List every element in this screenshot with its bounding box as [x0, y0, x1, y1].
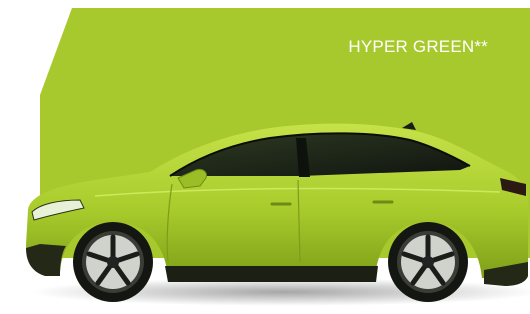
car-image	[26, 122, 530, 306]
front-wheel	[73, 222, 153, 302]
rear-wheel	[388, 222, 468, 302]
car-sill	[165, 266, 378, 282]
color-preview-card: HYPER GREEN**	[0, 0, 530, 314]
roof-antenna	[402, 122, 416, 130]
car-bumper-front	[26, 244, 66, 276]
